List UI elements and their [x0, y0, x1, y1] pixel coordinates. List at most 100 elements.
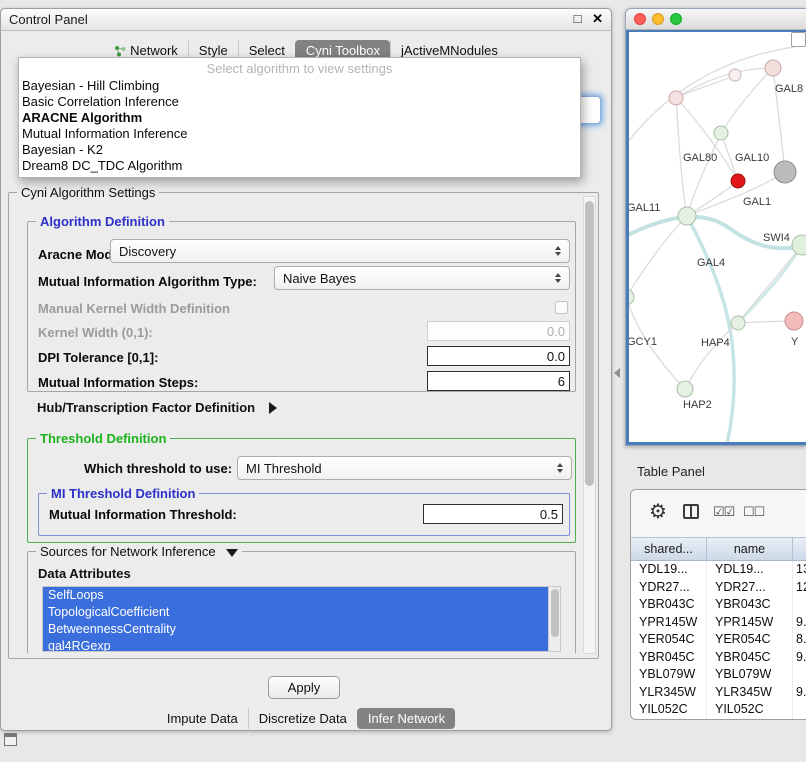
group-title: Threshold Definition [36, 431, 170, 446]
sources-toggle[interactable]: Sources for Network Inference [36, 544, 242, 559]
algorithm-option[interactable]: Mutual Information Inference [19, 126, 580, 142]
node-label: SWI4 [763, 232, 790, 244]
attribute-list-scrollbar[interactable] [548, 587, 560, 651]
node-label: GCY1 [629, 336, 657, 348]
hub-definition-toggle[interactable]: Hub/Transcription Factor Definition [37, 400, 277, 415]
manual-kernel-label: Manual Kernel Width Definition [38, 301, 230, 316]
algorithm-definition-group: Algorithm Definition Aracne Mode: Discov… [27, 221, 576, 392]
apply-button[interactable]: Apply [268, 676, 340, 699]
network-navigator-box[interactable] [791, 32, 806, 47]
network-node[interactable] [765, 60, 781, 76]
control-panel-window: Control Panel □ ✕ Network Style Select C… [0, 8, 612, 731]
table-row[interactable]: YBR045CYBR045C9. [631, 649, 806, 667]
unselect-all-checkboxes-icon[interactable]: ☐☐ [743, 504, 764, 520]
node-label: GAL4 [697, 257, 725, 269]
zoom-traffic-light-icon[interactable] [670, 13, 682, 25]
algorithm-placeholder-option[interactable]: Select algorithm to view settings [19, 60, 580, 78]
settings-scrollbar[interactable] [583, 196, 596, 654]
network-node[interactable] [729, 69, 741, 81]
node-label: HAP4 [701, 337, 730, 349]
cyni-bottom-tabbar: Impute Data Discretize Data Infer Networ… [1, 708, 611, 729]
algorithm-dropdown-popup: Select algorithm to view settings Bayesi… [18, 57, 581, 178]
table-row[interactable]: YBR043CYBR043C [631, 596, 806, 614]
network-node[interactable] [677, 381, 693, 397]
network-node-selected-red[interactable] [731, 174, 745, 188]
table-row[interactable]: YIL052CYIL052C [631, 701, 806, 719]
which-threshold-select[interactable]: MI Threshold [237, 456, 572, 480]
close-window-icon[interactable]: ✕ [592, 11, 603, 26]
attribute-item[interactable]: TopologicalCoefficient [43, 604, 548, 621]
algorithm-option[interactable]: Bayesian - K2 [19, 142, 580, 158]
aracne-mode-select[interactable]: Discovery [110, 239, 570, 263]
selected-value: Naive Bayes [283, 271, 551, 286]
table-toolbar: ⚙ ☑☑ ☐☐ [631, 490, 806, 537]
algorithm-option[interactable]: Dream8 DC_TDC Algorithm [19, 158, 580, 174]
close-traffic-light-icon[interactable] [634, 13, 646, 25]
column-header-shared-name[interactable]: shared... [631, 538, 707, 560]
mi-algorithm-type-select[interactable]: Naive Bayes [274, 266, 570, 290]
network-window-titlebar[interactable] [626, 9, 806, 30]
window-title: Control Panel [1, 9, 88, 27]
expand-right-icon [269, 402, 277, 414]
table-row[interactable]: YER054CYER054C8. [631, 631, 806, 649]
table-row[interactable]: YDL19...YDL19...13 [631, 561, 806, 579]
minimize-traffic-light-icon[interactable] [652, 13, 664, 25]
network-node-pink[interactable] [785, 312, 803, 330]
tab-impute-data[interactable]: Impute Data [157, 708, 248, 729]
float-window-icon[interactable]: □ [574, 11, 582, 26]
dpi-tolerance-field[interactable] [427, 346, 570, 366]
column-header-name[interactable]: name [707, 538, 793, 560]
algorithm-option[interactable]: Basic Correlation Inference [19, 94, 580, 110]
columns-icon[interactable] [683, 504, 699, 519]
table-row[interactable]: YDR27...YDR27...12 [631, 579, 806, 597]
splitter-collapse-icon[interactable] [614, 368, 620, 378]
manual-kernel-checkbox[interactable] [555, 301, 568, 314]
gear-icon[interactable]: ⚙ [649, 499, 667, 524]
node-label: Y [791, 336, 799, 348]
select-all-checkboxes-icon[interactable]: ☑☑ [713, 504, 734, 520]
group-title: Algorithm Definition [36, 214, 169, 229]
attribute-item[interactable]: gal4RGexp [43, 638, 548, 652]
tab-label: Cyni Toolbox [306, 43, 380, 58]
node-label: GAL8 [775, 83, 803, 95]
control-panel-titlebar: Control Panel □ ✕ [1, 9, 611, 31]
sources-title: Sources for Network Inference [40, 544, 216, 559]
tab-infer-network[interactable]: Infer Network [357, 708, 455, 729]
network-view-window: GAL8 GAL80 GAL10 GAL11 GAL1 SWI4 GAL4 GC… [625, 8, 806, 446]
which-threshold-label: Which threshold to use: [84, 461, 232, 476]
table-body: YDL19...YDL19...13 YDR27...YDR27...12 YB… [631, 561, 806, 719]
network-icon [114, 45, 126, 57]
tab-label: Network [130, 43, 178, 58]
group-title: Cyni Algorithm Settings [17, 185, 159, 200]
table-row[interactable]: YPR145WYPR145W9. [631, 614, 806, 632]
network-node[interactable] [629, 289, 634, 305]
mi-steps-field[interactable] [427, 371, 570, 391]
mi-threshold-definition-group: MI Threshold Definition Mutual Informati… [38, 493, 570, 536]
attribute-item[interactable]: SelfLoops [43, 587, 548, 604]
tab-label: Infer Network [368, 711, 445, 726]
table-row[interactable]: YLR345WYLR345W9. [631, 684, 806, 702]
network-node[interactable] [792, 235, 806, 255]
network-node-gray[interactable] [774, 161, 796, 183]
restore-panel-icon[interactable] [4, 733, 17, 746]
algorithm-option[interactable]: Bayesian - Hill Climbing [19, 78, 580, 94]
network-canvas[interactable]: GAL8 GAL80 GAL10 GAL11 GAL1 SWI4 GAL4 GC… [629, 32, 806, 442]
table-panel-window: ⚙ ☑☑ ☐☐ shared... name YDL19...YDL19...1… [630, 489, 806, 720]
mi-steps-label: Mutual Information Steps: [38, 375, 198, 390]
network-node[interactable] [731, 316, 745, 330]
network-node[interactable] [669, 91, 683, 105]
hub-definition-label: Hub/Transcription Factor Definition [37, 400, 255, 415]
column-header-partial[interactable] [793, 538, 806, 560]
node-label: GAL80 [683, 152, 717, 164]
mi-type-label: Mutual Information Algorithm Type: [38, 274, 257, 289]
tab-discretize-data[interactable]: Discretize Data [248, 708, 357, 729]
network-node[interactable] [714, 126, 728, 140]
network-node[interactable] [678, 207, 696, 225]
kernel-width-field[interactable] [427, 321, 570, 341]
attribute-item[interactable]: BetweennessCentrality [43, 621, 548, 638]
mi-threshold-field[interactable] [423, 504, 563, 524]
table-row[interactable]: YBL079WYBL079W [631, 666, 806, 684]
node-label: GAL11 [629, 202, 660, 214]
table-header: shared... name [631, 537, 806, 561]
algorithm-option-selected[interactable]: ARACNE Algorithm [19, 110, 580, 126]
